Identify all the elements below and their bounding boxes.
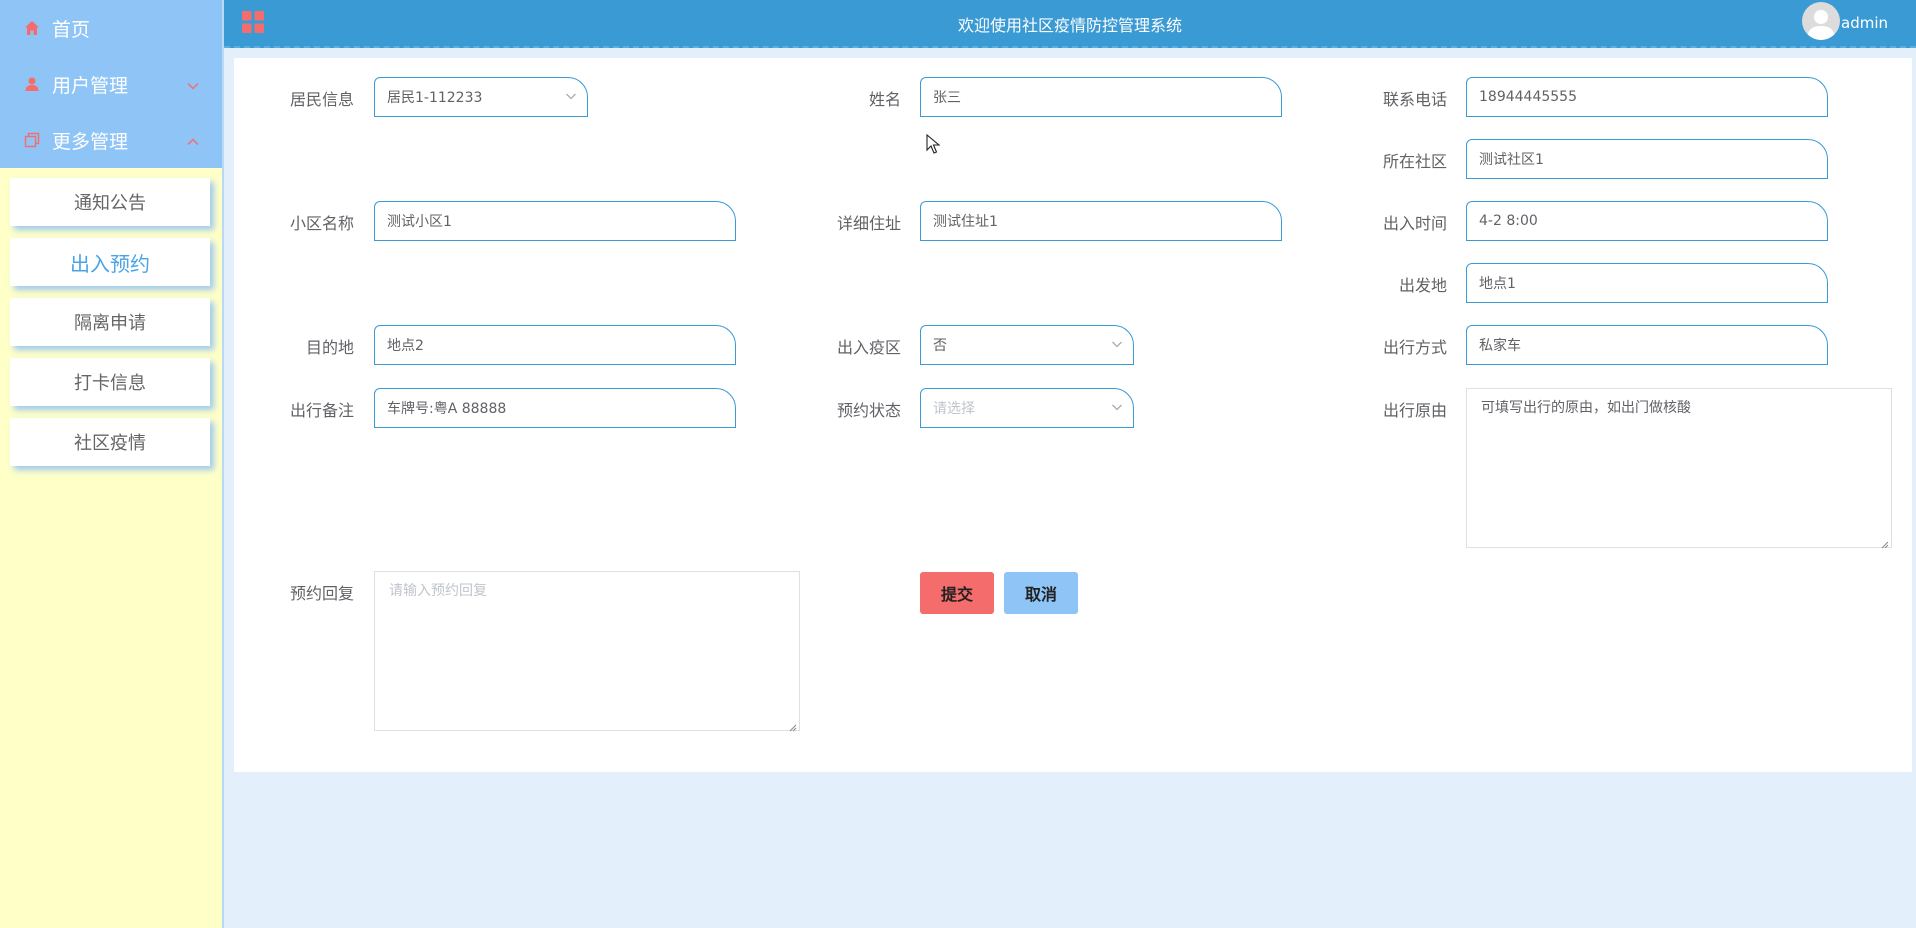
community-input[interactable]: 测试社区1: [1466, 139, 1828, 179]
time-input[interactable]: 4-2 8:00: [1466, 201, 1828, 241]
transport-label: 出行方式: [1382, 338, 1447, 357]
home-icon: [24, 20, 46, 36]
resize-grip-icon[interactable]: [789, 720, 797, 732]
reply-textarea-placeholder: 请输入预约回复: [389, 583, 487, 599]
reply-textarea[interactable]: 请输入预约回复: [374, 571, 800, 732]
phone-input[interactable]: 18944445555: [1466, 77, 1828, 117]
name-input[interactable]: 张三: [920, 77, 1282, 117]
status-select-placeholder: 请选择: [933, 401, 975, 417]
resident-select[interactable]: 居民1-112233: [374, 77, 588, 117]
origin-input[interactable]: 地点1: [1466, 263, 1828, 303]
time-label: 出入时间: [1382, 214, 1447, 233]
sidebar-item-home[interactable]: 首页: [0, 0, 222, 56]
address-input[interactable]: 测试住址1: [920, 201, 1282, 241]
origin-label: 出发地: [1398, 276, 1447, 295]
submenu-item-checkin-info[interactable]: 打卡信息: [10, 358, 210, 406]
note-label: 出行备注: [289, 401, 354, 420]
system-title: 欢迎使用社区疫情防控管理系统: [957, 16, 1182, 35]
estate-label: 小区名称: [289, 214, 354, 233]
status-select[interactable]: 请选择: [920, 388, 1134, 428]
status-label: 预约状态: [836, 401, 901, 420]
sidebar-item-label: 首页: [52, 18, 91, 41]
note-input[interactable]: 车牌号:粤A 88888: [374, 388, 736, 428]
chevron-down-icon: [1111, 338, 1123, 354]
sidebar: 首页 用户管理 更多管理 通知公告 出入预约 隔离申请 打卡信息 社区疫情: [0, 0, 224, 928]
sidebar-item-label: 用户管理: [52, 74, 129, 97]
copy-icon: [24, 132, 46, 148]
address-label: 详细住址: [836, 214, 901, 233]
reason-label: 出行原由: [1382, 401, 1447, 420]
resident-select-value: 居民1-112233: [387, 90, 483, 106]
chevron-down-icon: [186, 76, 200, 98]
submenu-item-quarantine-request[interactable]: 隔离申请: [10, 298, 210, 346]
sidebar-item-label: 更多管理: [52, 130, 129, 153]
submenu-item-notices[interactable]: 通知公告: [10, 178, 210, 226]
transport-input[interactable]: 私家车: [1466, 325, 1828, 365]
sidebar-item-more-management[interactable]: 更多管理: [0, 112, 222, 168]
top-header: 欢迎使用社区疫情防控管理系统 admin: [224, 0, 1916, 48]
booking-form: 居民信息 居民1-112233 姓名 张三 联系电话 18944445555 所…: [234, 58, 1912, 772]
submenu: 通知公告 出入预约 隔离申请 打卡信息 社区疫情: [0, 168, 222, 466]
resize-grip-icon[interactable]: [1881, 537, 1889, 549]
reason-textarea[interactable]: 可填写出行的原由，如出门做核酸: [1466, 388, 1892, 549]
submenu-item-access-booking[interactable]: 出入预约: [10, 238, 210, 286]
username[interactable]: admin: [1841, 14, 1888, 32]
chevron-down-icon: [565, 90, 577, 106]
destination-input[interactable]: 地点2: [374, 325, 736, 365]
cancel-button[interactable]: 取消: [1004, 572, 1078, 614]
phone-label: 联系电话: [1382, 90, 1447, 109]
user-icon: [24, 76, 46, 92]
name-label: 姓名: [868, 90, 901, 109]
risk-area-label: 出入疫区: [836, 338, 901, 357]
chevron-down-icon: [1111, 401, 1123, 417]
sidebar-menu: 首页 用户管理 更多管理: [0, 0, 222, 168]
estate-input[interactable]: 测试小区1: [374, 201, 736, 241]
submenu-item-community-epidemic[interactable]: 社区疫情: [10, 418, 210, 466]
submit-button[interactable]: 提交: [920, 572, 994, 614]
mouse-cursor-icon: [926, 133, 941, 158]
avatar[interactable]: [1802, 2, 1840, 40]
resident-label: 居民信息: [289, 90, 354, 109]
reply-label: 预约回复: [289, 584, 354, 603]
destination-label: 目的地: [305, 338, 354, 357]
community-label: 所在社区: [1382, 152, 1447, 171]
risk-area-select[interactable]: 否: [920, 325, 1134, 365]
risk-area-select-value: 否: [933, 338, 947, 354]
reason-textarea-value: 可填写出行的原由，如出门做核酸: [1481, 400, 1691, 416]
chevron-up-icon: [186, 132, 200, 154]
sidebar-item-user-management[interactable]: 用户管理: [0, 56, 222, 112]
